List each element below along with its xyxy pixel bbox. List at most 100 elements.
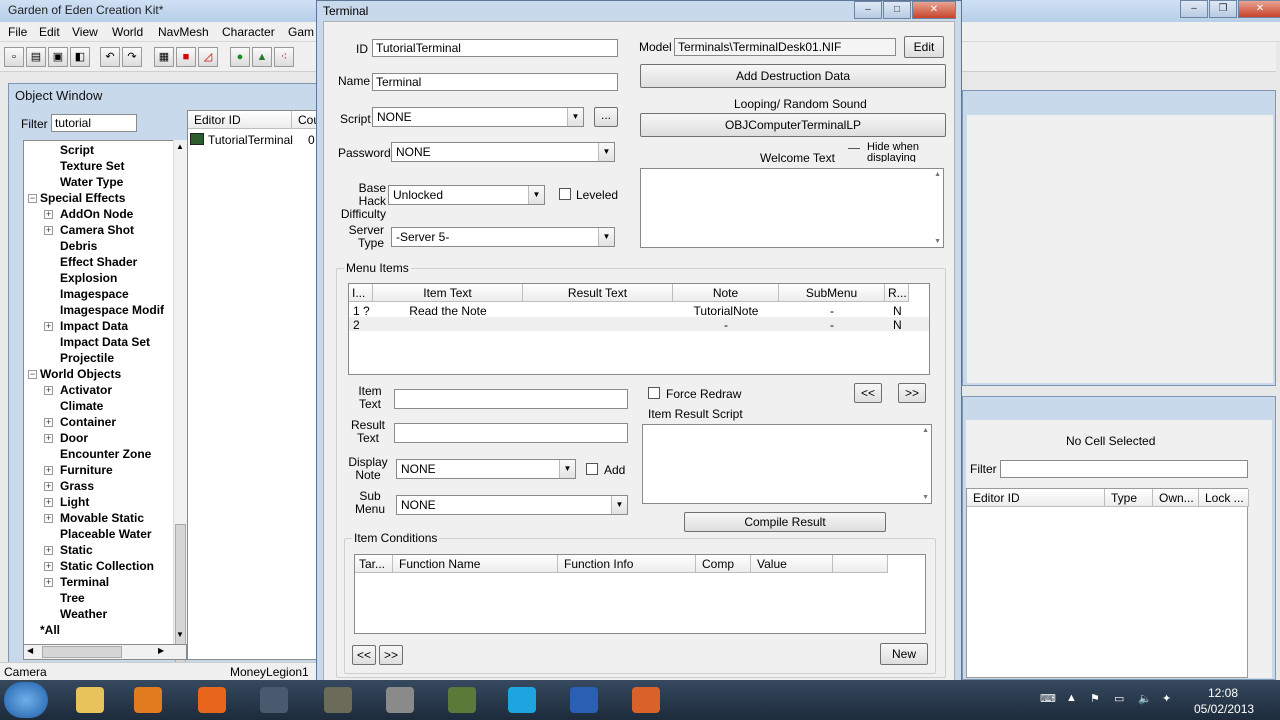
sound-button[interactable]: OBJComputerTerminalLP — [640, 113, 946, 137]
add-checkbox[interactable] — [586, 463, 598, 475]
col-comp[interactable]: Comp — [696, 555, 751, 573]
col-function-name[interactable]: Function Name — [393, 555, 558, 573]
expand-icon[interactable]: + — [44, 434, 53, 443]
menu-edit[interactable]: Edit — [39, 25, 60, 39]
result-text-input[interactable] — [394, 423, 628, 443]
col-type[interactable]: Type — [1105, 489, 1153, 507]
tree-item[interactable]: Debris — [60, 239, 97, 253]
tree-item[interactable]: *All — [40, 623, 60, 637]
tree-item[interactable]: Movable Static — [60, 511, 144, 525]
tree-item[interactable]: Explosion — [60, 271, 117, 285]
path-grid-icon[interactable]: ⁖ — [274, 47, 294, 67]
result-script-area[interactable]: ▲ ▼ — [642, 424, 932, 504]
tree-item[interactable]: Imagespace — [60, 287, 129, 301]
edit-model-button[interactable]: Edit — [904, 36, 944, 58]
close-icon[interactable]: ✕ — [1238, 0, 1280, 18]
firefox-taskbar-icon[interactable] — [184, 683, 240, 717]
tree-item[interactable]: Furniture — [60, 463, 113, 477]
tree-horizontal-scrollbar[interactable]: ◀ ▶ — [23, 644, 187, 660]
expand-icon[interactable]: + — [44, 322, 53, 331]
clock-date[interactable]: 05/02/2013 — [1194, 702, 1254, 716]
cell-object-list[interactable]: Editor ID Type Own... Lock ... — [966, 488, 1249, 678]
tree-item[interactable]: Light — [60, 495, 89, 509]
script-browse-button[interactable]: ... — [594, 107, 618, 127]
grid-icon[interactable]: ▦ — [154, 47, 174, 67]
angle-snap-icon[interactable]: ◿ — [198, 47, 218, 67]
menu-file[interactable]: File — [8, 25, 27, 39]
name-field[interactable]: Terminal — [372, 73, 618, 91]
col-submenu[interactable]: SubMenu — [779, 284, 885, 302]
minimize-icon[interactable]: – — [854, 1, 882, 19]
expand-icon[interactable]: + — [44, 226, 53, 235]
tree-item[interactable]: Script — [60, 143, 94, 157]
server-type-select[interactable]: -Server 5- ▼ — [391, 227, 615, 247]
item-text-input[interactable] — [394, 389, 628, 409]
leveled-checkbox[interactable] — [559, 188, 571, 200]
menu-navmesh[interactable]: NavMesh — [158, 25, 209, 39]
prev-condition-button[interactable]: << — [352, 645, 376, 665]
expand-icon[interactable]: + — [44, 514, 53, 523]
tree-item[interactable]: Terminal — [60, 575, 109, 589]
tree-item[interactable]: Water Type — [60, 175, 123, 189]
menu-character[interactable]: Character — [222, 25, 275, 39]
expand-icon[interactable]: + — [44, 498, 53, 507]
menu-world[interactable]: World — [112, 25, 143, 39]
tree-vertical-scrollbar[interactable]: ▲ ▼ — [173, 140, 187, 682]
fallout-launcher-taskbar-icon[interactable] — [434, 683, 490, 717]
id-field[interactable]: TutorialTerminal — [372, 39, 618, 57]
tree-item[interactable]: Effect Shader — [60, 255, 137, 269]
col-note[interactable]: Note — [673, 284, 779, 302]
script-select[interactable]: NONE ▼ — [372, 107, 584, 127]
close-icon[interactable]: ✕ — [912, 1, 956, 19]
scroll-down-icon[interactable]: ▼ — [922, 494, 929, 501]
steam-taskbar-icon[interactable] — [246, 683, 302, 717]
start-button[interactable] — [4, 682, 48, 718]
tree-item[interactable]: Imagespace Modif — [60, 303, 164, 317]
tree-item[interactable]: Container — [60, 415, 116, 429]
tree-item[interactable]: Camera Shot — [60, 223, 134, 237]
cell-filter-input[interactable] — [1000, 460, 1248, 478]
password-select[interactable]: NONE ▼ — [391, 142, 615, 162]
explorer-taskbar-icon[interactable] — [62, 683, 118, 717]
minimize-icon[interactable]: – — [1180, 0, 1208, 18]
col-extra[interactable] — [833, 555, 888, 573]
hide-image-checkbox[interactable] — [848, 148, 860, 149]
undo-icon[interactable]: ↶ — [100, 47, 120, 67]
tree-item[interactable]: AddOn Node — [60, 207, 133, 221]
tree-item[interactable]: Placeable Water — [60, 527, 152, 541]
compile-result-button[interactable]: Compile Result — [684, 512, 886, 532]
preferences-icon[interactable]: ◧ — [70, 47, 90, 67]
tree-item[interactable]: Tree — [60, 591, 85, 605]
scroll-up-icon[interactable]: ▲ — [176, 142, 184, 151]
col-value[interactable]: Value — [751, 555, 833, 573]
briefcase-taskbar-icon[interactable] — [618, 683, 674, 717]
tree-item[interactable]: Special Effects — [40, 191, 125, 205]
table-row[interactable]: 2 - - N — [349, 317, 929, 332]
new-icon[interactable]: ▫ — [4, 47, 24, 67]
col-editor-id[interactable]: Editor ID — [967, 489, 1105, 507]
keyboard-icon[interactable]: ⌨ — [1040, 692, 1056, 705]
col-lock[interactable]: Lock ... — [1199, 489, 1249, 507]
expand-icon[interactable]: + — [44, 210, 53, 219]
tree-item[interactable]: World Objects — [40, 367, 121, 381]
hack-difficulty-select[interactable]: Unlocked ▼ — [388, 185, 545, 205]
media-player-taskbar-icon[interactable] — [120, 683, 176, 717]
add-destruction-data-button[interactable]: Add Destruction Data — [640, 64, 946, 88]
object-tree[interactable]: Script Texture Set Water Type − Special Effe… — [23, 140, 187, 646]
show-hidden-icon[interactable]: ▲ — [1066, 692, 1077, 704]
scroll-right-icon[interactable]: ▶ — [158, 646, 164, 655]
open-folder-icon[interactable]: ▤ — [26, 47, 46, 67]
expand-icon[interactable]: + — [44, 482, 53, 491]
collapse-icon[interactable]: − — [28, 370, 37, 379]
tree-item[interactable]: Encounter Zone — [60, 447, 151, 461]
skype-taskbar-icon[interactable] — [494, 683, 550, 717]
filter-input[interactable]: tutorial — [51, 114, 137, 132]
tree-item[interactable]: Activator — [60, 383, 112, 397]
submenu-select[interactable]: NONE ▼ — [396, 495, 628, 515]
tree-item[interactable]: Weather — [60, 607, 107, 621]
col-item-text[interactable]: Item Text — [373, 284, 523, 302]
clock-time[interactable]: 12:08 — [1208, 686, 1238, 700]
tree-item[interactable]: Static Collection — [60, 559, 154, 573]
hscroll-thumb[interactable] — [42, 646, 122, 658]
col-editor-id[interactable]: Editor ID — [188, 111, 292, 129]
